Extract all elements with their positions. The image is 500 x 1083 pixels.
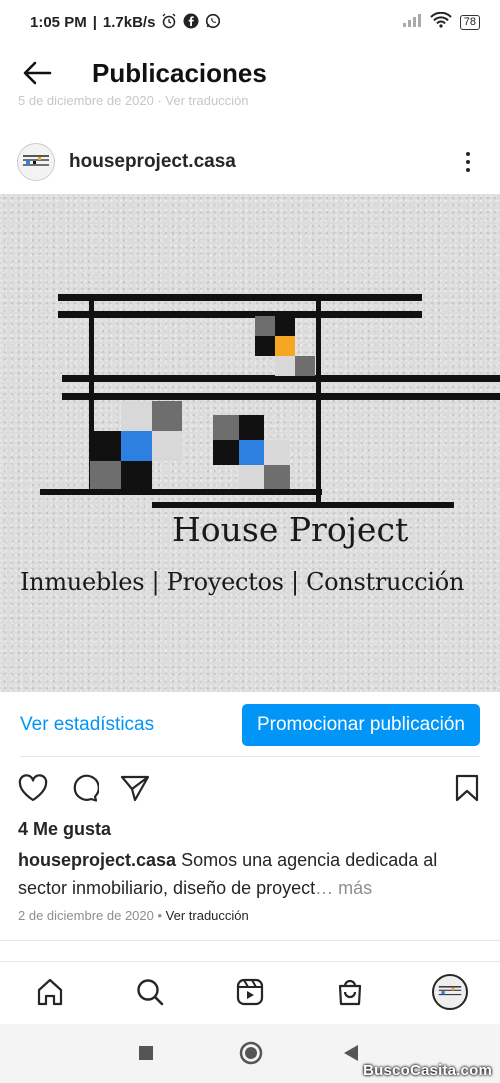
nav-profile[interactable] xyxy=(425,967,475,1017)
post-actions xyxy=(0,768,500,808)
likes-count[interactable]: 4 Me gusta xyxy=(18,819,111,840)
whatsapp-icon xyxy=(205,13,221,32)
nav-shop[interactable] xyxy=(325,967,375,1017)
search-icon xyxy=(137,979,164,1006)
brand-tagline: Inmuebles | Proyectos | Construcción xyxy=(20,568,465,596)
status-time: 1:05 PM xyxy=(30,13,87,31)
status-right: 78 xyxy=(402,11,480,32)
comment-icon xyxy=(73,774,99,802)
view-insights-link[interactable]: Ver estadísticas xyxy=(20,714,154,736)
avatar[interactable] xyxy=(17,143,55,181)
heart-icon xyxy=(18,774,48,802)
signal-icon xyxy=(402,13,422,31)
like-button[interactable] xyxy=(16,771,50,805)
home-system-button[interactable] xyxy=(239,1041,263,1070)
nav-reels[interactable] xyxy=(225,967,275,1017)
recents-button[interactable] xyxy=(138,1045,154,1066)
triangle-back-icon xyxy=(344,1045,358,1061)
post-image[interactable]: House Project Inmuebles | Proyectos | Co… xyxy=(0,194,500,692)
square-icon xyxy=(139,1046,153,1060)
save-button[interactable] xyxy=(450,771,484,805)
house-project-logo-icon xyxy=(438,986,462,996)
post-username[interactable]: houseproject.casa xyxy=(69,151,236,173)
comment-button[interactable] xyxy=(67,771,101,805)
dot-icon xyxy=(466,168,470,172)
nav-home[interactable] xyxy=(25,967,75,1017)
wifi-icon xyxy=(430,11,452,32)
insights-row: Ver estadísticas Promocionar publicación xyxy=(0,702,500,748)
status-separator: | xyxy=(92,13,97,31)
profile-avatar xyxy=(432,974,468,1010)
more-options-button[interactable] xyxy=(458,147,478,177)
house-project-logo-icon xyxy=(23,155,49,166)
facebook-icon xyxy=(183,13,199,32)
circle-icon xyxy=(239,1041,263,1065)
home-icon xyxy=(37,978,63,1006)
system-navigation-bar: BuscoCasita.com xyxy=(0,1024,500,1083)
post-date: 2 de diciembre de 2020 xyxy=(18,908,154,923)
translate-link[interactable]: Ver traducción xyxy=(166,908,249,923)
caption: houseproject.casa Somos una agencia dedi… xyxy=(18,846,484,902)
dot-icon xyxy=(466,160,470,164)
meta-dot: • xyxy=(153,908,166,923)
brand-title: House Project xyxy=(172,510,409,549)
post-meta: 2 de diciembre de 2020 • Ver traducción xyxy=(18,908,249,923)
reels-icon xyxy=(236,978,264,1006)
status-left: 1:05 PM | 1.7kB/s xyxy=(30,13,221,32)
dot-icon xyxy=(466,152,470,156)
status-speed: 1.7kB/s xyxy=(102,13,156,31)
house-project-logo-graphic xyxy=(40,294,500,508)
previous-post-peek: 5 de diciembre de 2020 · Ver traducción xyxy=(18,96,249,106)
divider xyxy=(0,940,500,941)
page-title: Publicaciones xyxy=(92,57,267,88)
nav-search[interactable] xyxy=(125,967,175,1017)
alarm-icon xyxy=(161,13,177,32)
share-button[interactable] xyxy=(118,771,152,805)
back-system-button[interactable] xyxy=(343,1044,359,1067)
back-button[interactable] xyxy=(12,48,62,98)
status-bar: 1:05 PM | 1.7kB/s 78 xyxy=(0,0,500,44)
promote-button[interactable]: Promocionar publicación xyxy=(241,704,480,746)
watermark: BuscoCasita.com xyxy=(363,1062,492,1079)
send-icon xyxy=(120,775,150,802)
back-arrow-icon xyxy=(23,61,52,85)
divider xyxy=(20,756,480,757)
bottom-nav xyxy=(0,962,500,1022)
shop-icon xyxy=(338,979,362,1006)
post-header: houseproject.casa xyxy=(0,136,500,188)
bookmark-icon xyxy=(455,774,479,802)
caption-username[interactable]: houseproject.casa xyxy=(18,850,176,870)
app-header: Publicaciones xyxy=(0,44,500,102)
battery-icon: 78 xyxy=(459,14,480,30)
caption-more-link[interactable]: … más xyxy=(315,878,372,898)
